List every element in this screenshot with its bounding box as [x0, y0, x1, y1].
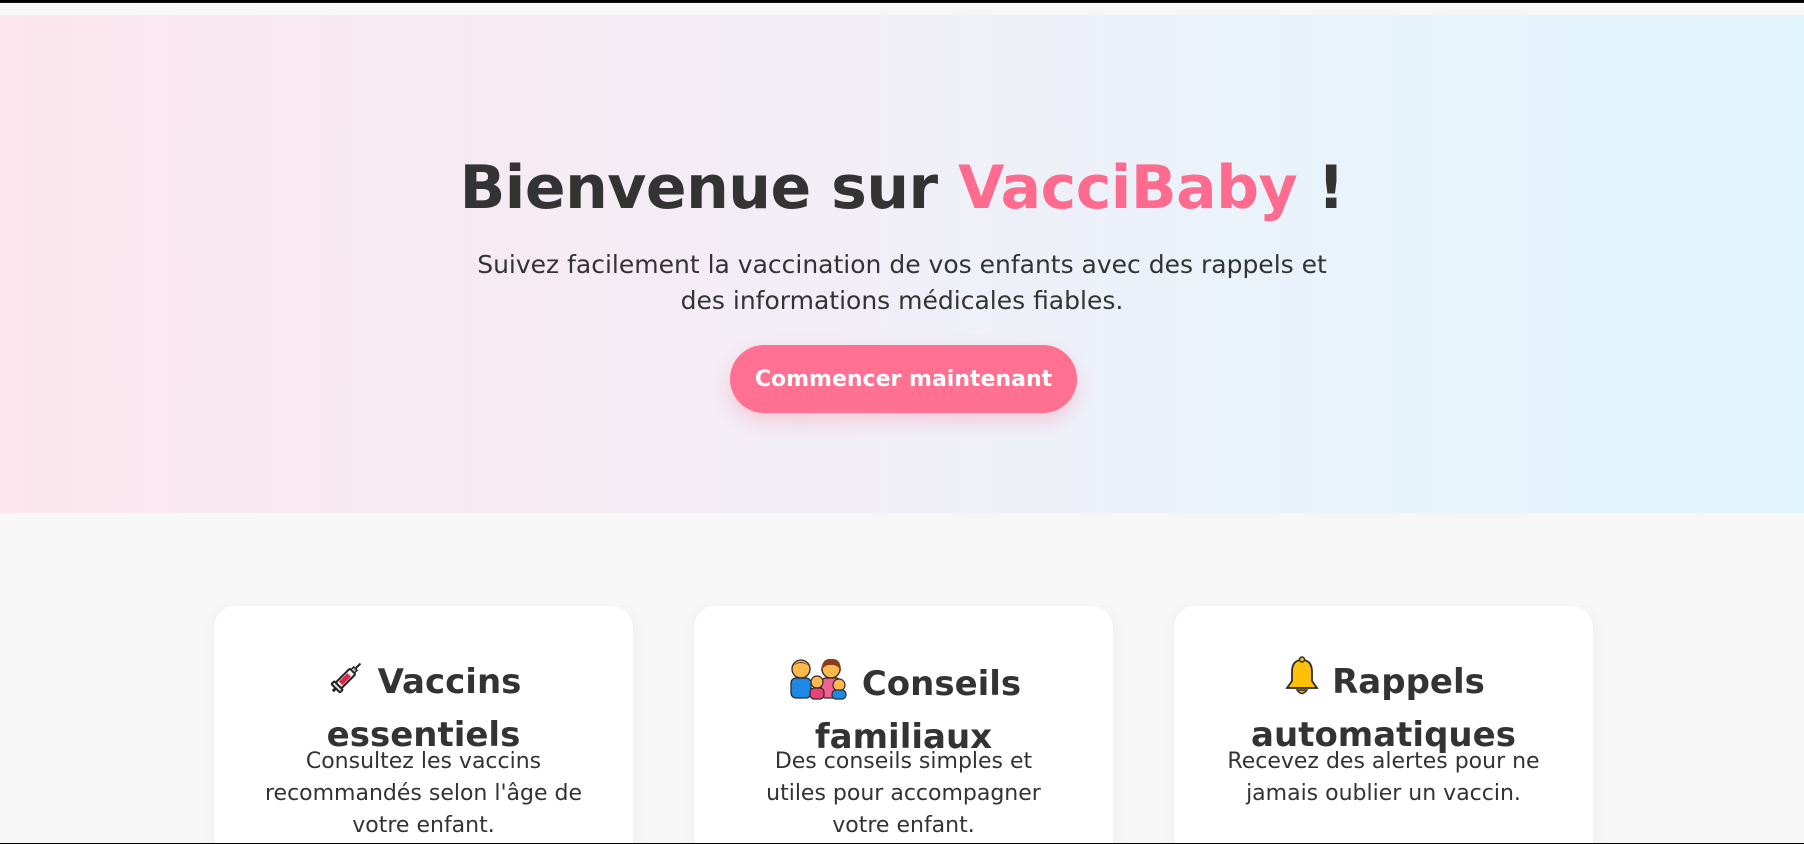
feature-card-family: Conseils familiaux Des conseils simples …	[694, 606, 1113, 843]
feature-card-title: Vaccins essentiels	[259, 656, 588, 759]
feature-description: Des conseils simples et utiles pour acco…	[766, 749, 1041, 838]
hero-title: Bienvenue sur VacciBaby !	[0, 153, 1804, 223]
feature-card-vaccines: Vaccins essentiels Consultez les vaccins…	[214, 606, 633, 843]
start-now-button[interactable]: Commencer maintenant	[730, 345, 1077, 413]
feature-description: Consultez les vaccins recommandés selon …	[264, 749, 583, 838]
family-icon	[786, 656, 852, 713]
syringe-icon	[326, 656, 368, 711]
feature-card-title: Rappels automatiques	[1219, 656, 1548, 759]
hero-title-suffix: !	[1297, 153, 1345, 223]
brand-name: VacciBaby	[958, 153, 1298, 223]
feature-description: Recevez des alertes pour ne jamais oubli…	[1227, 749, 1540, 806]
feature-card-reminders: Rappels automatiques Recevez des alertes…	[1174, 606, 1593, 843]
hero-section: Bienvenue sur VacciBaby ! Suivez facilem…	[0, 15, 1804, 513]
hero-title-prefix: Bienvenue sur	[459, 153, 959, 223]
hero-subtitle: Suivez facilement la vaccination de vos …	[477, 250, 1327, 315]
browser-viewport: Bienvenue sur VacciBaby ! Suivez facilem…	[0, 2, 1804, 843]
bell-icon	[1282, 656, 1322, 711]
